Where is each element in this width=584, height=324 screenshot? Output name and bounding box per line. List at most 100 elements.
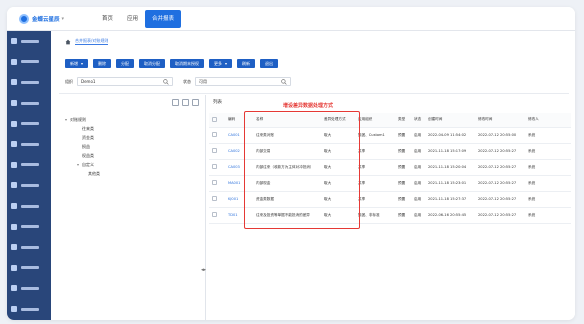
table-cell: 系统 bbox=[525, 191, 571, 208]
sidebar-item-label bbox=[21, 122, 39, 126]
tree-node-label: 资金类 bbox=[82, 135, 94, 140]
row-checkbox[interactable] bbox=[212, 164, 217, 169]
table-cell: 2022-07-12 20:55:27 bbox=[475, 175, 525, 192]
tree-node[interactable]: 损益 bbox=[65, 142, 197, 151]
home-icon[interactable] bbox=[65, 39, 71, 45]
tree-node[interactable]: 往来类 bbox=[65, 124, 197, 133]
tree-node[interactable]: ▾ 自定义 bbox=[65, 160, 197, 169]
top-bar: 金蝶云星辰 ▾ 首页 应用 合并报表 bbox=[7, 7, 575, 31]
chevron-down-icon: ▾ bbox=[225, 61, 228, 66]
sidebar-item-label bbox=[21, 39, 39, 43]
sidebar-item-icon bbox=[11, 264, 17, 271]
sidebar-item-label bbox=[21, 163, 39, 167]
tree-add-icon[interactable] bbox=[172, 99, 179, 106]
column-header[interactable]: 应用组织 bbox=[355, 113, 395, 128]
sidebar-item[interactable] bbox=[7, 31, 51, 52]
table-cell: 启用 bbox=[411, 127, 425, 144]
row-checkbox[interactable] bbox=[212, 196, 217, 201]
search-icon[interactable] bbox=[281, 78, 287, 85]
toolbar: 新增 ▾ 删除 分配 取消分配 取消期末授权 更多 ▾ 刷新 退出 bbox=[65, 59, 283, 68]
topnav-apps[interactable]: 应用 bbox=[120, 7, 145, 31]
tree-node[interactable]: 权益类 bbox=[65, 151, 197, 160]
row-select-cell[interactable] bbox=[209, 191, 225, 208]
sidebar-item[interactable] bbox=[7, 216, 51, 237]
toolbar-button[interactable]: 取消期末授权 bbox=[170, 59, 205, 68]
sidebar-item-label bbox=[21, 101, 39, 105]
category-tree: ▾ 对账规则 往来类资金类损益 权益类 ▾ 自定义 其他类 bbox=[65, 115, 197, 178]
sidebar-item[interactable] bbox=[7, 278, 51, 299]
sidebar-item[interactable] bbox=[7, 258, 51, 279]
table-cell: 预置 bbox=[395, 191, 411, 208]
sidebar-item[interactable] bbox=[7, 134, 51, 155]
sidebar-item-label bbox=[21, 183, 39, 187]
row-select-cell[interactable] bbox=[209, 159, 225, 176]
toolbar-button[interactable]: 删除 bbox=[93, 59, 112, 68]
row-checkbox[interactable] bbox=[212, 212, 217, 217]
breadcrumb-current[interactable]: 合并报表/对账规则 bbox=[75, 38, 109, 45]
sidebar-item-label bbox=[21, 80, 39, 84]
row-checkbox[interactable] bbox=[212, 132, 217, 137]
collapse-handle-icon[interactable]: ◂▸ bbox=[201, 267, 206, 273]
column-header[interactable]: 类型 bbox=[395, 113, 411, 128]
table-cell: 系统 bbox=[525, 143, 571, 160]
table-cell: 2022-07-12 20:55:27 bbox=[475, 207, 525, 224]
sidebar-item[interactable] bbox=[7, 196, 51, 217]
sidebar-item[interactable] bbox=[7, 237, 51, 258]
status-filter-input[interactable]: 可用 bbox=[195, 77, 291, 86]
table-cell: 2022-07-12 20:55:27 bbox=[475, 143, 525, 160]
org-filter-value: Demo1 bbox=[81, 79, 96, 84]
sidebar-item[interactable] bbox=[7, 299, 51, 320]
table-cell: 集团、非标准 bbox=[355, 207, 395, 224]
table-cell: 2021-11-18 15:20:04 bbox=[425, 159, 475, 176]
toolbar-dropdown-button[interactable]: 更多 ▾ bbox=[209, 59, 233, 68]
search-icon[interactable] bbox=[163, 78, 169, 85]
org-filter-input[interactable]: Demo1 bbox=[77, 77, 173, 86]
row-checkbox[interactable] bbox=[212, 148, 217, 153]
sidebar-item-label bbox=[21, 225, 39, 229]
sidebar-item[interactable] bbox=[7, 155, 51, 176]
row-select-cell[interactable] bbox=[209, 127, 225, 144]
sidebar-item[interactable] bbox=[7, 113, 51, 134]
filter-divider bbox=[59, 93, 569, 94]
column-header[interactable]: 创建时间 bbox=[425, 113, 475, 128]
table-cell: 系统 bbox=[525, 207, 571, 224]
brand-logo[interactable]: 金蝶云星辰 ▾ bbox=[19, 13, 83, 24]
toolbar-button[interactable]: 分配 bbox=[116, 59, 135, 68]
pane-splitter[interactable] bbox=[205, 95, 206, 320]
table-cell: 预置 bbox=[395, 159, 411, 176]
column-header[interactable]: 状态 bbox=[411, 113, 425, 128]
column-header[interactable]: 修改人 bbox=[525, 113, 571, 128]
table-cell: 系统 bbox=[525, 159, 571, 176]
sidebar-item-label bbox=[21, 204, 39, 208]
row-select-cell[interactable] bbox=[209, 207, 225, 224]
topnav-consolidated-reports[interactable]: 合并报表 bbox=[145, 9, 182, 28]
breadcrumb: 合并报表/对账规则 bbox=[65, 38, 109, 45]
column-header[interactable]: 修改时间 bbox=[475, 113, 525, 128]
annotation-highlight-box bbox=[244, 111, 360, 229]
toolbar-button[interactable]: 取消分配 bbox=[139, 59, 166, 68]
sidebar-item[interactable] bbox=[7, 52, 51, 73]
select-all-checkbox[interactable] bbox=[212, 116, 217, 122]
tree-node[interactable]: 资金类 bbox=[65, 133, 197, 142]
table-cell: 2022-06-16 20:55:45 bbox=[425, 207, 475, 224]
tree-node[interactable]: 其他类 bbox=[65, 169, 197, 178]
select-all-cell[interactable] bbox=[209, 113, 225, 128]
toolbar-button[interactable]: 刷新 bbox=[237, 59, 256, 68]
table-cell: 预置 bbox=[395, 175, 411, 192]
sidebar-item[interactable] bbox=[7, 72, 51, 93]
tree-node[interactable]: ▾ 对账规则 bbox=[65, 115, 197, 124]
tree-edit-icon[interactable] bbox=[182, 99, 189, 106]
toolbar-dropdown-button[interactable]: 新增 ▾ bbox=[65, 59, 89, 68]
toolbar-button-label: 新增 bbox=[70, 61, 78, 66]
top-navigation: 首页 应用 合并报表 bbox=[95, 7, 182, 31]
row-select-cell[interactable] bbox=[209, 175, 225, 192]
tree-delete-icon[interactable] bbox=[192, 99, 199, 106]
row-checkbox[interactable] bbox=[212, 180, 217, 185]
sidebar-item-icon bbox=[11, 203, 17, 210]
sidebar-item[interactable] bbox=[7, 175, 51, 196]
topnav-home[interactable]: 首页 bbox=[95, 7, 120, 31]
toolbar-button[interactable]: 退出 bbox=[260, 59, 279, 68]
app-window: 金蝶云星辰 ▾ 首页 应用 合并报表 合并报表/对账规则 新增 ▾ 删除 分配 取消分配… bbox=[7, 7, 575, 320]
row-select-cell[interactable] bbox=[209, 143, 225, 160]
sidebar-item[interactable] bbox=[7, 93, 51, 114]
